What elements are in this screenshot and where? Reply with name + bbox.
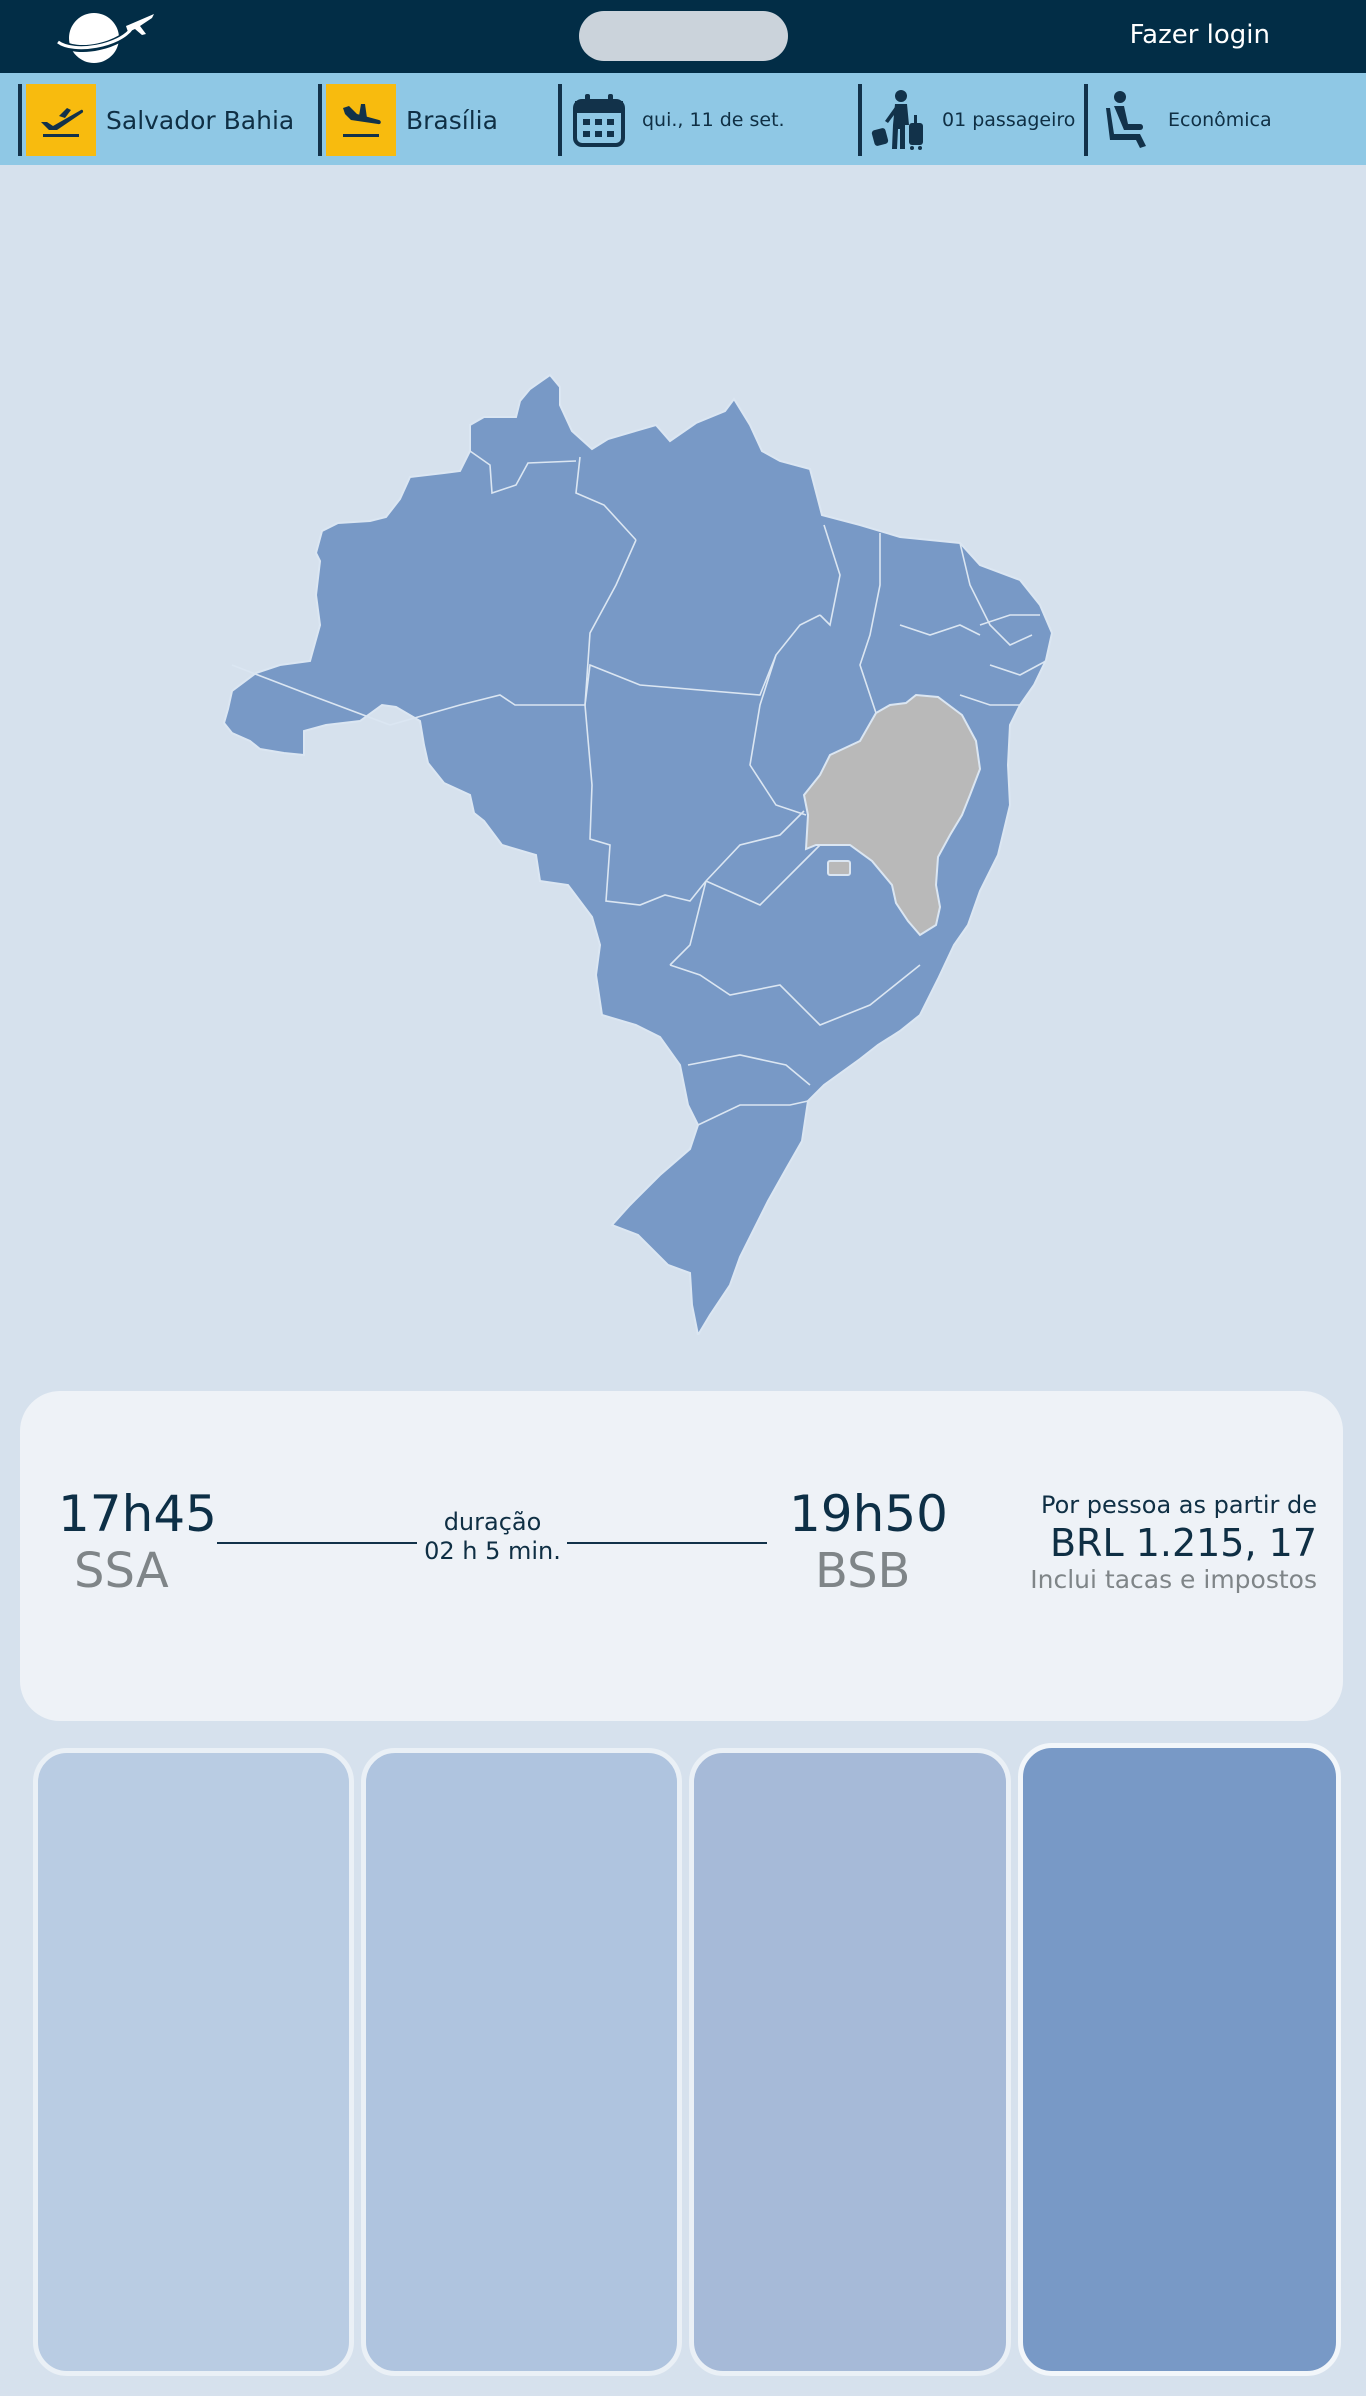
takeoff-icon <box>26 84 96 156</box>
divider <box>318 84 322 156</box>
origin-field[interactable]: Salvador Bahia <box>18 84 294 156</box>
brazil-map[interactable] <box>220 365 1150 1338</box>
arrival-time: 19h50 <box>789 1485 948 1543</box>
departure-time: 17h45 <box>58 1485 217 1543</box>
divider <box>1084 84 1088 156</box>
landing-icon <box>326 84 396 156</box>
fare-option-card[interactable] <box>33 1748 354 2376</box>
origin-label: Salvador Bahia <box>106 105 295 135</box>
state-df <box>827 860 851 876</box>
passengers-field[interactable]: 01 passageiro <box>858 84 1075 156</box>
price-label: Por pessoa as partir de <box>1040 1491 1317 1519</box>
route-line-right <box>567 1542 767 1544</box>
destination-label: Brasília <box>406 105 498 135</box>
route-line-left <box>217 1542 417 1544</box>
cabin-class-field[interactable]: Econômica <box>1084 84 1272 156</box>
login-link[interactable]: Fazer login <box>1130 20 1270 50</box>
divider <box>18 84 22 156</box>
traveler-luggage-icon <box>866 84 932 156</box>
duration-label: duração <box>443 1508 542 1536</box>
price-value: BRL 1.215, 17 <box>1049 1521 1317 1565</box>
departure-code: SSA <box>74 1543 169 1599</box>
search-criteria-bar: Salvador Bahia Brasília qui., 11 de set.… <box>0 73 1366 165</box>
planet-plane-logo[interactable] <box>56 4 156 68</box>
destination-field[interactable]: Brasília <box>318 84 498 156</box>
seat-icon <box>1092 84 1158 156</box>
divider <box>858 84 862 156</box>
date-label: qui., 11 de set. <box>642 109 785 131</box>
duration-value: 02 h 5 min. <box>424 1537 561 1565</box>
arrival-code: BSB <box>815 1543 911 1599</box>
date-field[interactable]: qui., 11 de set. <box>558 84 785 156</box>
price-note: Inclui tacas e impostos <box>1030 1565 1317 1594</box>
passengers-label: 01 passageiro <box>942 109 1076 131</box>
calendar-icon <box>566 84 632 156</box>
duration-block: duração 02 h 5 min. <box>420 1508 565 1566</box>
fare-option-card-selected[interactable] <box>1018 1743 1341 2376</box>
fare-option-card[interactable] <box>689 1748 1011 2376</box>
search-bar[interactable] <box>579 11 788 61</box>
fare-option-card[interactable] <box>361 1748 682 2376</box>
cabin-class-label: Econômica <box>1168 109 1272 131</box>
top-bar: Fazer login <box>0 0 1366 73</box>
flight-card[interactable]: 17h45 SSA duração 02 h 5 min. 19h50 BSB … <box>20 1391 1343 1721</box>
price-block: Por pessoa as partir de BRL 1.215, 17 In… <box>1030 1491 1317 1594</box>
divider <box>558 84 562 156</box>
